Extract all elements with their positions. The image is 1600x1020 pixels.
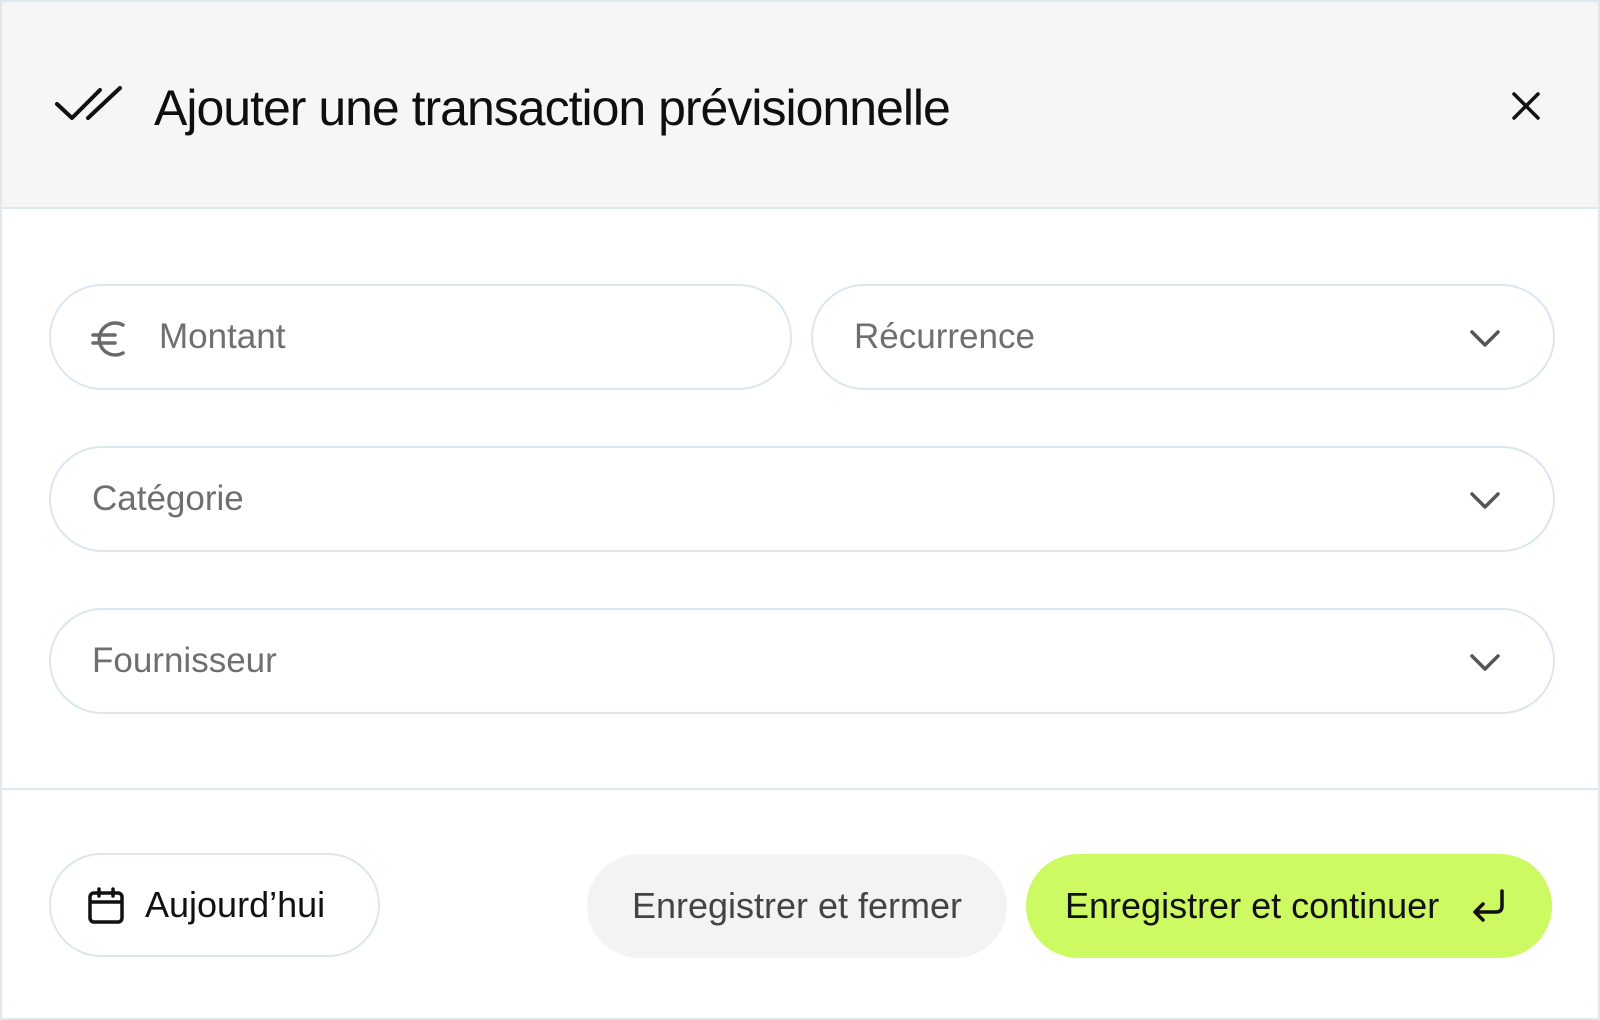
double-check-icon — [55, 86, 122, 120]
recurrence-select[interactable]: Récurrence — [811, 284, 1555, 390]
dialog-title: Ajouter une transaction prévisionnelle — [154, 80, 951, 136]
category-placeholder: Catégorie — [92, 479, 244, 518]
recurrence-placeholder: Récurrence — [854, 317, 1035, 356]
chevron-down-icon — [1470, 654, 1500, 671]
euro-icon — [91, 321, 125, 357]
supplier-select[interactable]: Fournisseur — [49, 608, 1555, 714]
save-and-close-button[interactable]: Enregistrer et fermer — [587, 854, 1007, 958]
calendar-icon — [88, 887, 124, 924]
save-and-close-label: Enregistrer et fermer — [631, 885, 963, 926]
category-select[interactable]: Catégorie — [49, 446, 1555, 552]
save-and-continue-button[interactable]: Enregistrer et continuer — [1026, 854, 1552, 958]
amount-input[interactable]: Montant — [49, 284, 792, 390]
date-button[interactable]: Aujourd’hui — [49, 853, 380, 957]
dialog-header: Ajouter une transaction prévisionnelle — [2, 2, 1598, 209]
date-label: Aujourd’hui — [145, 884, 326, 925]
chevron-down-icon — [1470, 330, 1500, 347]
enter-icon — [1473, 889, 1504, 922]
add-forecast-transaction-dialog: Ajouter une transaction prévisionnelle M… — [0, 0, 1600, 1020]
footer-divider — [2, 788, 1598, 790]
amount-placeholder: Montant — [159, 317, 286, 356]
save-and-continue-label: Enregistrer et continuer — [1065, 885, 1440, 926]
supplier-placeholder: Fournisseur — [92, 641, 277, 680]
close-icon[interactable] — [1502, 82, 1550, 130]
chevron-down-icon — [1470, 492, 1500, 509]
